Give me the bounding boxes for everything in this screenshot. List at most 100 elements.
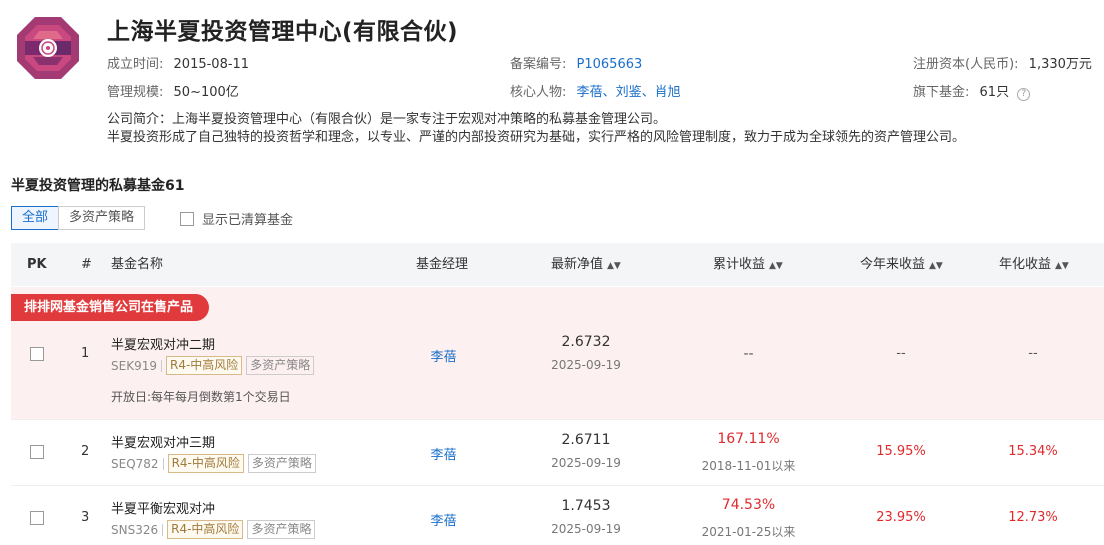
record-no-link[interactable]: P1065663 [577,57,643,72]
risk-tag: R4-中高风险 [167,454,244,473]
header-manager: 基金经理 [416,257,469,272]
tab-all[interactable]: 全部 [11,206,60,230]
nav-value: 2.6732 [561,334,611,350]
header-pk: PK [27,257,47,272]
nav-date: 2025-09-19 [551,522,621,536]
company-intro: 公司简介：上海半夏投资管理中心（有限合伙）是一家专注于宏观对冲策略的私募基金管理… [107,111,965,147]
record-no-label: 备案编号: [510,57,567,72]
annualized-return: 12.73% [1008,510,1058,525]
question-icon[interactable]: ? [1017,88,1031,101]
header-name: 基金名称 [111,257,164,272]
established-info: 成立时间: 2015-08-11 [107,56,249,74]
show-cleared-checkbox[interactable] [180,211,194,226]
table-row[interactable]: 2 半夏宏观对冲三期 SEQ782 R4-中高风险 多资产策略 李蓓 2.671… [11,420,1104,486]
key-person-link[interactable]: 刘鉴 [616,85,642,100]
funds-section-title: 半夏投资管理的私募基金61 [11,178,185,194]
sort-updown-icon[interactable]: ▲▼ [769,261,783,271]
company-name: 上海半夏投资管理中心(有限合伙) [107,19,459,45]
nav-date: 2025-09-19 [551,456,621,470]
established-value: 2015-08-11 [173,57,250,72]
people-separator: 、 [641,85,655,100]
sort-updown-icon[interactable]: ▲▼ [929,261,943,271]
intro-line: 公司简介：上海半夏投资管理中心（有限合伙）是一家专注于宏观对冲策略的私募基金管理… [107,112,667,127]
row-index: 3 [81,510,90,525]
fund-code: SNS326 [111,522,159,537]
nav-date: 2025-09-19 [551,358,621,372]
cumulative-return: 167.11% [717,431,780,447]
capital-value: 1,330万元 [1028,57,1092,72]
annualized-return: 15.34% [1008,444,1058,459]
table-header: PK # 基金名称 基金经理 最新净值 ▲▼ 累计收益 ▲▼ 今年来收益 ▲▼ 年化收… [11,243,1104,286]
pk-checkbox[interactable] [30,511,44,525]
table-row[interactable]: 排排网基金销售公司在售产品 1 半夏宏观对冲二期 SEK919 R4-中高风险 … [11,287,1104,420]
header-ytd[interactable]: 今年来收益 ▲▼ [860,243,943,286]
header-nav-label: 最新净值 [551,257,604,272]
header-annualized-label: 年化收益 [999,257,1052,272]
show-cleared-toggle[interactable]: 显示已清算基金 [180,209,293,228]
header-index: # [81,257,92,272]
fund-name-link[interactable]: 半夏宏观对冲三期 [111,432,215,451]
key-person-link[interactable]: 肖旭 [655,85,681,100]
show-cleared-label: 显示已清算基金 [202,213,294,228]
nav-value: 2.6711 [561,432,611,448]
fund-code: SEK919 [111,358,157,373]
ytd-return: 23.95% [876,510,926,525]
row-index: 2 [81,444,90,459]
strategy-tag: 多资产策略 [247,520,316,539]
key-people-label: 核心人物: [510,85,567,100]
header-nav[interactable]: 最新净值 ▲▼ [551,243,621,286]
row-index: 1 [81,346,90,361]
company-logo [17,17,79,79]
manager-link[interactable]: 李蓓 [401,510,486,529]
cumulative-return: -- [743,346,754,362]
sort-updown-icon[interactable]: ▲▼ [607,261,621,271]
cumulative-since: 2021-01-25以来 [701,525,796,539]
capital-label: 注册资本(人民币): [913,57,1019,72]
on-sale-badge: 排排网基金销售公司在售产品 [11,294,210,321]
manager-link[interactable]: 李蓓 [401,444,486,463]
open-day-value: 每年每月倒数第1个交易日 [151,390,291,404]
established-label: 成立时间: [107,57,164,72]
risk-tag: R4-中高风险 [165,356,243,375]
strategy-tag: 多资产策略 [247,454,316,473]
cumulative-since: 2018-11-01以来 [701,459,796,473]
tab-multi-asset[interactable]: 多资产策略 [58,206,146,230]
pk-checkbox[interactable] [30,445,44,459]
record-no-info: 备案编号: P1065663 [510,56,642,74]
capital-info: 注册资本(人民币): 1,330万元 [913,56,1092,74]
intro-line: 半夏投资形成了自己独特的投资哲学和理念，以专业、严谨的内部投资研究为基础，实行严… [107,130,966,145]
cumulative-return: 74.53% [721,497,776,513]
ytd-return: -- [896,346,906,361]
fund-tags: SEQ782 R4-中高风险 多资产策略 [111,454,320,473]
fund-tags: SNS326 R4-中高风险 多资产策略 [111,520,319,539]
header-annualized[interactable]: 年化收益 ▲▼ [999,243,1069,286]
ytd-return: 15.95% [876,444,926,459]
fund-code: SEQ782 [111,456,159,471]
people-separator: 、 [602,85,616,100]
fund-tags: SEK919 R4-中高风险 多资产策略 [111,356,318,375]
key-person-link[interactable]: 李蓓 [577,85,603,100]
pk-checkbox[interactable] [30,347,44,361]
table-row[interactable]: 3 半夏平衡宏观对冲 SNS326 R4-中高风险 多资产策略 李蓓 1.745… [11,486,1104,545]
funds-count-info: 旗下基金: 61只 ? [913,84,1031,102]
key-people-info: 核心人物: 李蓓、刘鉴、肖旭 [510,84,681,102]
strategy-tag: 多资产策略 [246,356,315,375]
scale-label: 管理规模: [107,85,164,100]
filter-tabs: 全部 多资产策略 [11,206,146,230]
annualized-return: -- [1028,346,1038,361]
open-day-label: 开放日: [111,390,152,404]
header-ytd-label: 今年来收益 [860,257,926,272]
sort-updown-icon[interactable]: ▲▼ [1055,261,1069,271]
nav-value: 1.7453 [561,498,611,514]
fund-name-link[interactable]: 半夏宏观对冲二期 [111,334,215,353]
funds-count-value: 61只 [979,85,1010,100]
risk-tag: R4-中高风险 [167,520,244,539]
funds-count-label: 旗下基金: [913,85,970,100]
header-cumulative[interactable]: 累计收益 ▲▼ [713,243,783,286]
manager-link[interactable]: 李蓓 [401,346,486,365]
fund-name-link[interactable]: 半夏平衡宏观对冲 [111,498,215,517]
scale-info: 管理规模: 50~100亿 [107,84,239,102]
header-cumulative-label: 累计收益 [713,257,766,272]
scale-value: 50~100亿 [173,85,239,100]
open-day-info: 开放日:每年每月倒数第1个交易日 [111,388,291,405]
